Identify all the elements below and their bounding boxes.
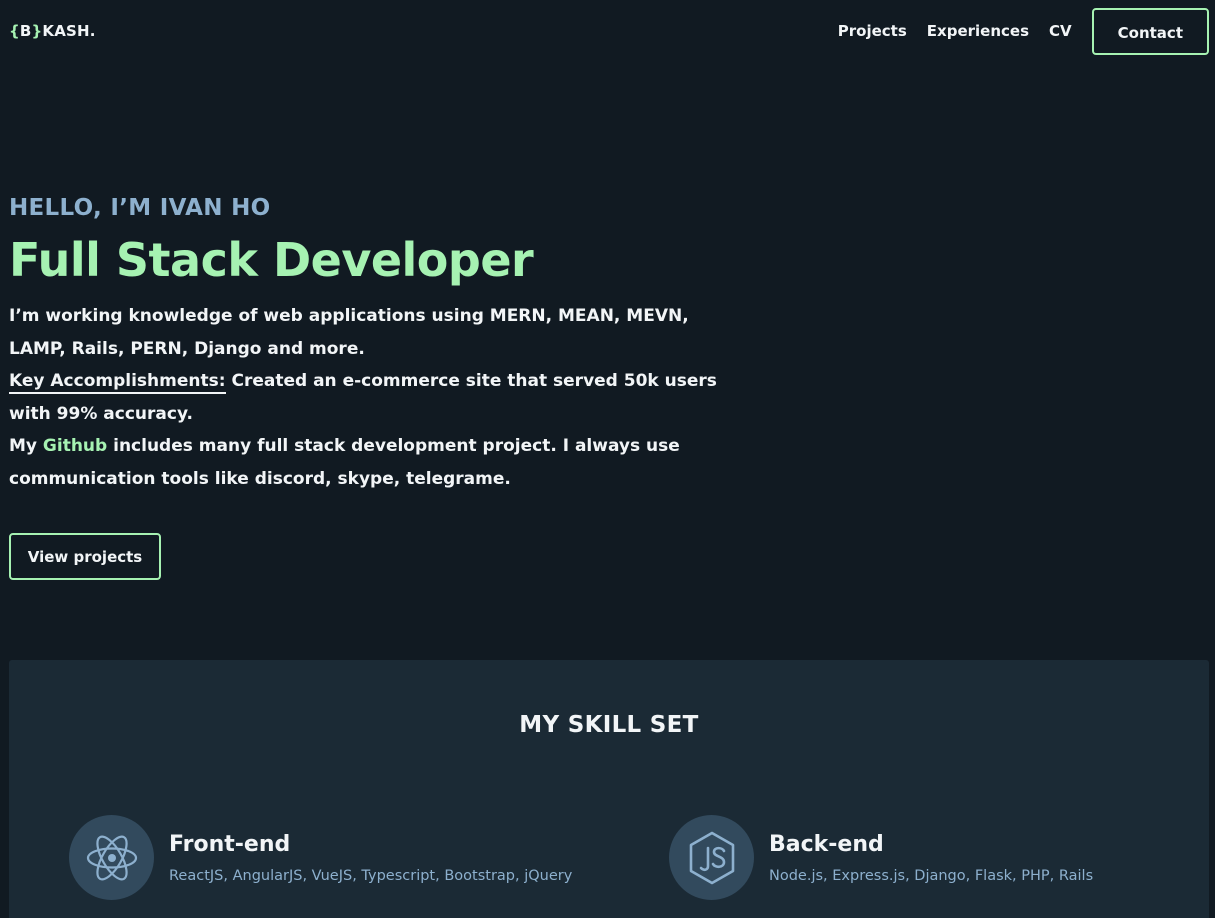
nav-link-projects[interactable]: Projects [838,8,907,55]
logo-brace-open: { [9,22,20,40]
skill-list-backend: Node.js, Express.js, Django, Flask, PHP,… [769,867,1094,884]
hero-description: I’m working knowledge of web application… [9,300,739,495]
github-suffix: includes many full stack development pro… [9,436,680,489]
nodejs-icon [669,815,754,900]
main-nav: Projects Experiences CV Contact [838,8,1209,55]
hero-greeting: HELLO, I’M IVAN HO [9,195,271,221]
skill-backend: Back-end Node.js, Express.js, Django, Fl… [669,815,1093,900]
logo-text: KASH. [42,22,96,40]
github-link[interactable]: Github [43,436,107,456]
hero-line-stack: I’m working knowledge of web application… [9,306,689,359]
react-icon [69,815,154,900]
hero-title: Full Stack Developer [9,233,534,287]
skill-frontend: Front-end ReactJS, AngularJS, VueJS, Typ… [69,815,572,900]
view-projects-button[interactable]: View projects [9,533,161,580]
skill-name-frontend: Front-end [169,831,291,857]
logo-letter: B [19,22,32,40]
skills-title: MY SKILL SET [519,712,699,738]
skill-list-frontend: ReactJS, AngularJS, VueJS, Typescript, B… [169,867,573,884]
site-header: {B}KASH. Projects Experiences CV Contact [0,0,1215,64]
github-prefix: My [9,436,43,456]
logo-brace-close: } [31,22,43,40]
skill-name-backend: Back-end [769,831,884,857]
nav-link-cv[interactable]: CV [1049,8,1072,55]
hero-section: HELLO, I’M IVAN HO Full Stack Developer … [9,192,749,580]
key-accomplishments-label: Key Accomplishments: [9,371,226,394]
nav-link-experiences[interactable]: Experiences [927,8,1029,55]
contact-button[interactable]: Contact [1091,8,1209,55]
site-logo[interactable]: {B}KASH. [9,22,96,40]
skills-section: MY SKILL SET Front-end ReactJS, AngularJ… [9,660,1209,918]
